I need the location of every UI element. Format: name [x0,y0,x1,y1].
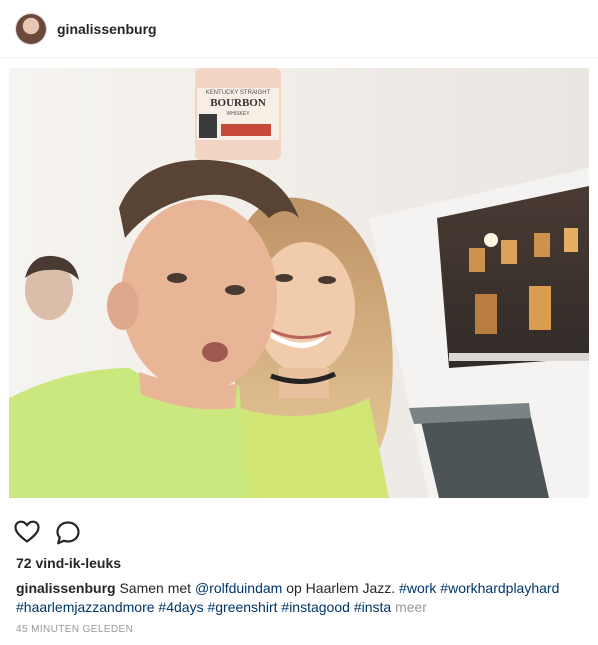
caption-text: op Haarlem Jazz. [286,580,396,596]
hashtag-link[interactable]: #greenshirt [207,599,277,615]
caption-more-link[interactable]: meer [395,599,427,615]
post-timestamp[interactable]: 45 MINUTEN GELEDEN [16,624,133,635]
like-button[interactable] [14,520,42,546]
instagram-post: ginalissenburg KENTUCKY STRAIGHT BOURBON… [0,0,598,645]
mention-link[interactable]: @rolfduindam [195,580,282,596]
post-header: ginalissenburg [0,0,598,58]
hashtag-link[interactable]: #workhardplayhard [440,580,559,596]
comment-icon [56,521,80,545]
hashtag-link[interactable]: #haarlemjazzandmore [16,599,155,615]
post-photo[interactable]: KENTUCKY STRAIGHT BOURBON WHISKEY [9,68,589,498]
post-caption: ginalissenburg Samen met @rolfduindam op… [16,579,576,617]
hashtag-link[interactable]: #insta [354,599,391,615]
caption-username[interactable]: ginalissenburg [16,580,116,596]
hashtag-link[interactable]: #instagood [281,599,350,615]
hashtag-link[interactable]: #work [399,580,436,596]
post-username[interactable]: ginalissenburg [57,21,157,37]
heart-icon [14,520,40,543]
comment-button[interactable] [55,520,83,546]
likes-count[interactable]: 72 vind-ik-leuks [16,555,121,571]
avatar[interactable] [16,14,46,44]
hashtag-link[interactable]: #4days [158,599,203,615]
caption-text: Samen met [119,580,192,596]
photo-illustration: KENTUCKY STRAIGHT BOURBON WHISKEY [9,68,589,498]
